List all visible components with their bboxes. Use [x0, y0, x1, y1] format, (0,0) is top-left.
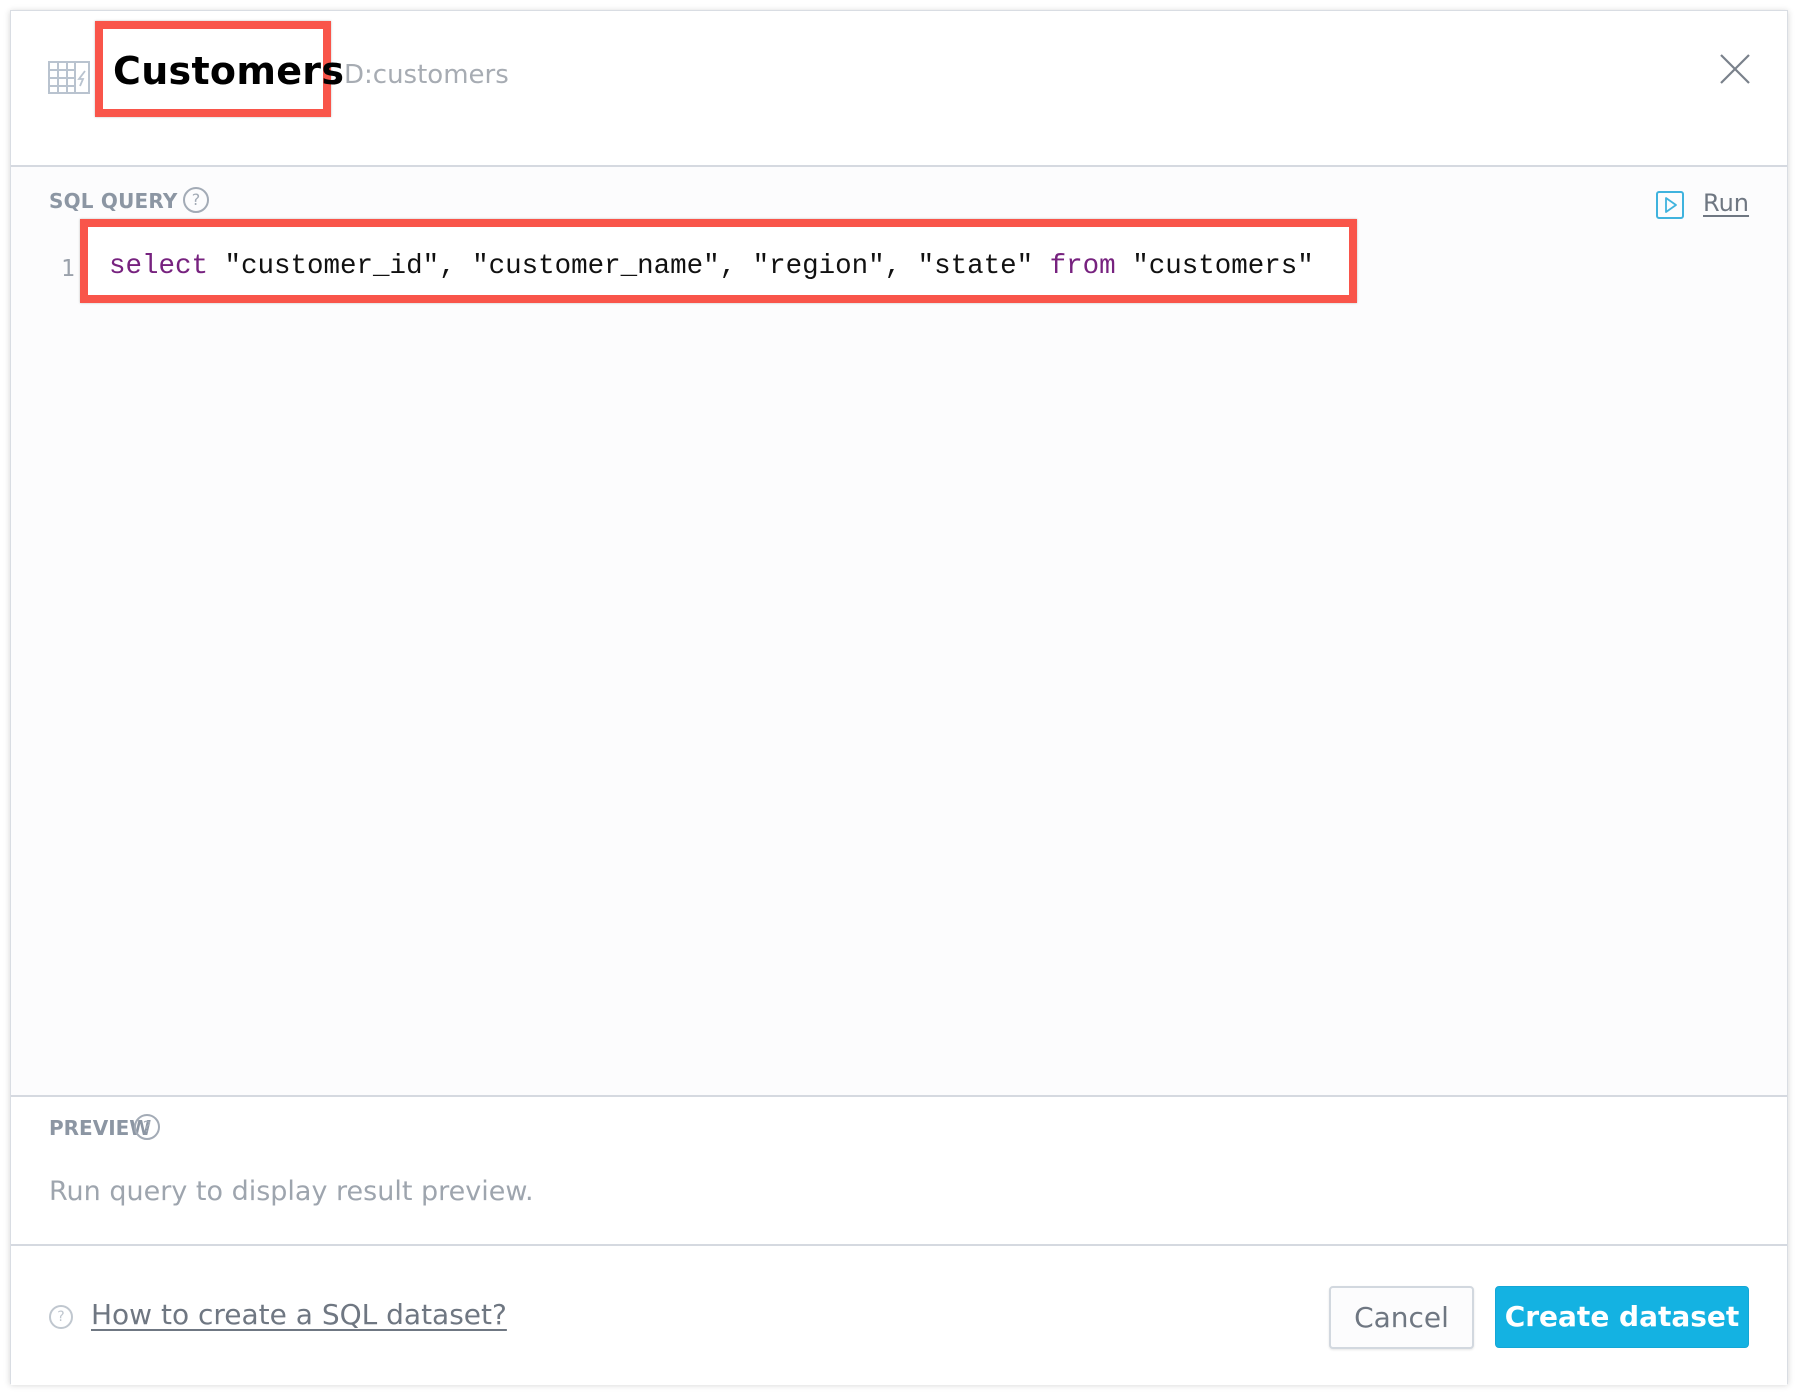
sql-text: "customers"	[1115, 251, 1314, 282]
create-dataset-button[interactable]: Create dataset	[1495, 1286, 1749, 1348]
sql-query-label: SQL QUERY	[49, 189, 178, 213]
line-number: 1	[61, 256, 75, 282]
preview-section	[11, 1095, 1787, 1245]
sql-text: "customer_id", "customer_name", "region"…	[208, 251, 1050, 282]
cancel-button[interactable]: Cancel	[1329, 1286, 1474, 1349]
close-icon[interactable]	[1715, 49, 1755, 89]
run-label: Run	[1703, 189, 1750, 217]
play-icon	[1656, 191, 1684, 219]
footer-help-icon: ?	[49, 1305, 73, 1329]
dialog-header: Customers D:customers	[11, 11, 1787, 167]
preview-help-icon[interactable]: ?	[134, 1114, 160, 1140]
help-link[interactable]: How to create a SQL dataset?	[91, 1298, 507, 1331]
sql-dataset-dialog: Customers D:customers SQL QUERY ? Run 1 …	[10, 10, 1788, 1385]
code-line[interactable]: select "customer_id", "customer_name", "…	[109, 251, 1314, 282]
sql-keyword: select	[109, 251, 209, 282]
sql-help-icon[interactable]: ?	[183, 187, 209, 213]
dataset-title[interactable]: Customers	[113, 49, 344, 93]
table-sql-icon	[48, 61, 90, 94]
preview-empty-text: Run query to display result preview.	[49, 1176, 534, 1207]
sql-query-label-text: SQL QUERY	[49, 189, 178, 213]
sql-editor[interactable]	[11, 167, 1787, 1105]
sql-keyword: from	[1049, 251, 1116, 282]
dataset-id: D:customers	[344, 60, 509, 90]
